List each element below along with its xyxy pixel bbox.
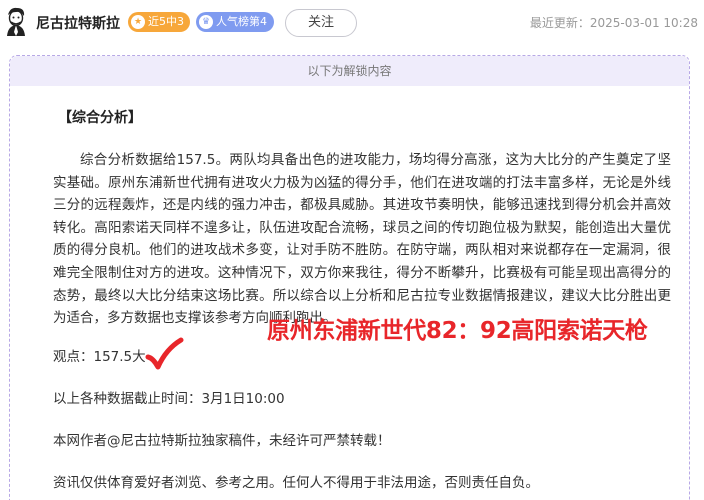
- crown-icon: ♛: [199, 15, 213, 29]
- streak-badge-label: 近5中3: [148, 15, 184, 28]
- popularity-rank-badge: ♛ 人气榜第4: [196, 12, 274, 32]
- author-avatar[interactable]: [2, 6, 30, 38]
- red-checkmark-icon: [145, 337, 184, 370]
- follow-button[interactable]: 关注: [285, 9, 357, 37]
- streak-badge: ★ 近5中3: [128, 12, 190, 32]
- viewpoint-text: 观点：157.5大: [53, 349, 146, 365]
- section-title: 【综合分析】: [58, 110, 142, 126]
- rank-badge-label: 人气榜第4: [216, 15, 267, 28]
- star-icon: ★: [131, 15, 145, 29]
- author-header: 尼古拉特斯拉 ★ 近5中3 ♛ 人气榜第4 关注 最近更新：2025-03-01…: [0, 0, 704, 46]
- analysis-paragraph: 综合分析数据给157.5。两队均具备出色的进攻能力，场均得分高涨，这为大比分的产…: [53, 152, 671, 327]
- score-overlay: 原州东浦新世代82：92高阳索诺天枪: [267, 318, 648, 344]
- disclaimer-text: 资讯仅供体育爱好者浏览、参考之用。任何人不得用于非法用途，否则责任自负。: [53, 475, 539, 491]
- author-name[interactable]: 尼古拉特斯拉: [36, 13, 120, 33]
- data-cutoff-text: 以上各种数据截止时间：3月1日10:00: [53, 391, 285, 407]
- unlock-banner: 以下为解锁内容: [10, 56, 689, 86]
- last-updated: 最近更新：2025-03-01 10:28: [529, 16, 698, 30]
- copyright-notice: 本网作者@尼古拉特斯拉独家稿件，未经许可严禁转载！: [53, 433, 391, 449]
